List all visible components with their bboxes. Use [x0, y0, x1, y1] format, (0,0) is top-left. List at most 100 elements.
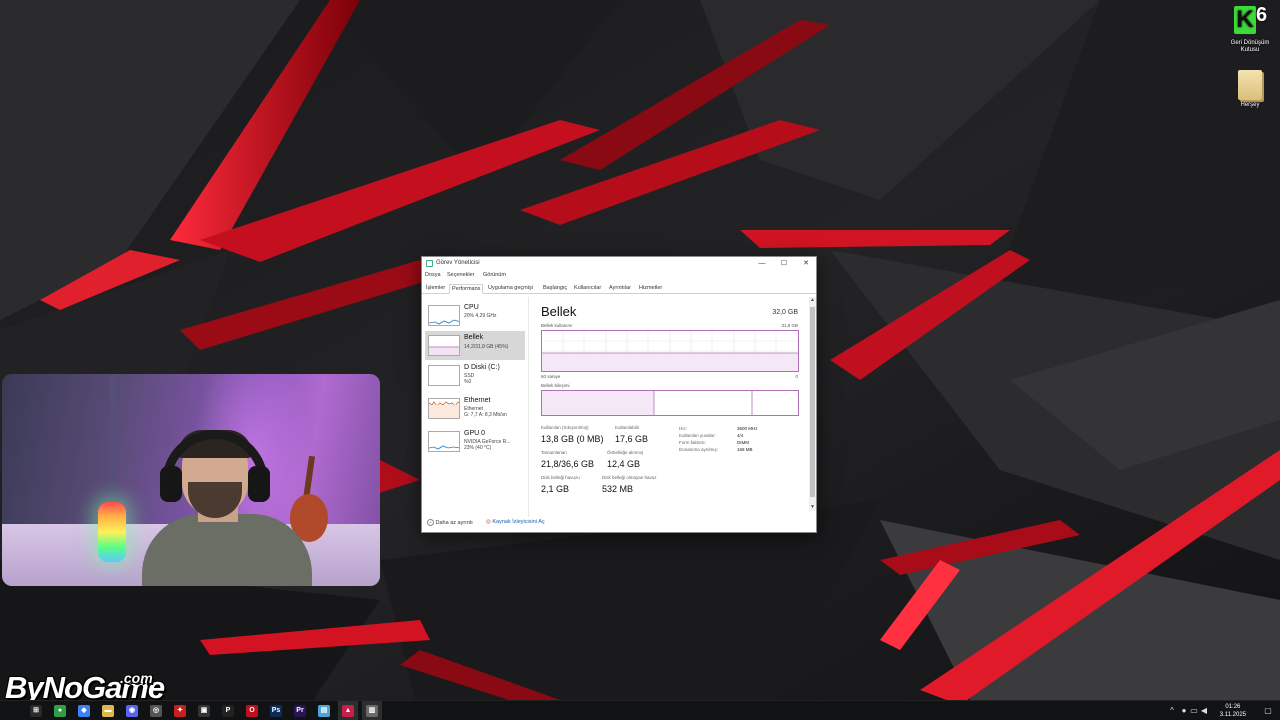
- spec-form-factor-value: DIMM: [737, 440, 749, 445]
- memory-detail-pane: Bellek 32,0 GB Bellek kullanımı 31,8 GB …: [528, 297, 804, 517]
- less-details-button[interactable]: ^ Daha az ayrıntı: [427, 519, 473, 526]
- system-tray: ^ ● ▭ ◀ ▢ 01:26 3.11.2025: [1166, 701, 1276, 720]
- store-icon[interactable]: ◆: [78, 705, 90, 717]
- discord-icon[interactable]: ◉: [126, 705, 138, 717]
- taskbar: ⊞ ● ◆ ▬ ◉ ◎ ✦ ▣ P O Ps Pr ▤ ▲ ▥ ^ ● ▭ ◀ ▢ 01:26 3.11.2…: [0, 700, 1280, 720]
- spec-form-factor-label: Form faktörü:: [679, 440, 706, 445]
- premiere-icon[interactable]: Pr: [294, 705, 306, 717]
- stat-committed-label: Tamamlanan: [541, 450, 567, 455]
- start-icon[interactable]: ⊞: [30, 705, 42, 717]
- cpu-thumbnail-graph: [428, 305, 460, 326]
- stat-paged-pool-value: 2,1 GB: [541, 484, 570, 494]
- stat-available-label: Kullanılabilir: [615, 425, 640, 430]
- memory-usage-graph: [541, 330, 799, 372]
- minimize-button[interactable]: —: [757, 259, 767, 268]
- graph-time-left: 60 saniye: [541, 374, 561, 379]
- usage-graph-label: Bellek kullanımı: [541, 323, 573, 328]
- sidebar-item-ethernet[interactable]: Ethernet Ethernet G: 7,7 A: 8,3 Mb/sn: [425, 394, 525, 423]
- sidebar-item-memory[interactable]: Bellek 14,2/31,8 GB (45%): [425, 331, 525, 360]
- open-resource-monitor-link[interactable]: ◎ Kaynak İzleyicisini Aç: [486, 519, 545, 525]
- folder-label: Herşey: [1240, 102, 1260, 108]
- scrollbar-thumb[interactable]: [810, 307, 815, 497]
- memory-usage-fill: [542, 353, 798, 371]
- sidebar-item-cpu[interactable]: CPU 20% 4,29 GHz: [425, 301, 525, 330]
- memory-total: 32,0 GB: [772, 309, 798, 316]
- spec-slots-value: 4/4: [737, 433, 744, 438]
- show-hidden-icons-icon[interactable]: ^: [1168, 707, 1176, 715]
- opera-gx-icon[interactable]: O: [246, 705, 258, 717]
- notepad-icon[interactable]: ▤: [318, 705, 330, 717]
- gpu-thumbnail-graph: [428, 431, 460, 452]
- window-footer: ^ Daha az ayrıntı ◎ Kaynak İzleyicisini …: [422, 515, 816, 532]
- sidebar-item-gpu[interactable]: GPU 0 NVIDIA GeForce R... 23% (40 °C): [425, 427, 525, 456]
- stat-committed-value: 21,8/36,6 GB: [541, 459, 595, 469]
- playstation-icon[interactable]: P: [222, 705, 234, 717]
- armoury-icon[interactable]: ▣: [198, 705, 210, 717]
- clock-date: 3.11.2025: [1219, 712, 1246, 718]
- recycle-bin-icon: K 6: [1234, 4, 1267, 38]
- scroll-up-icon[interactable]: ▲: [809, 297, 816, 304]
- folder-shortcut-hersey[interactable]: Herşey: [1225, 70, 1275, 109]
- stat-available-value: 17,6 GB: [615, 434, 649, 444]
- sidebar-item-detail: 20% 4,29 GHz: [464, 313, 497, 319]
- close-button[interactable]: ✕: [801, 259, 811, 268]
- tab-processes[interactable]: İşlemler: [424, 284, 447, 294]
- sidebar-item-title: Ethernet: [464, 397, 491, 404]
- scroll-down-icon[interactable]: ▼: [809, 504, 816, 511]
- notifications-icon[interactable]: ▢: [1264, 707, 1272, 715]
- spec-speed-label: Hız:: [679, 426, 688, 431]
- channel-logo-suffix: .com: [120, 670, 153, 686]
- tab-startup[interactable]: Başlangıç: [541, 284, 569, 294]
- tab-services[interactable]: Hizmetler: [637, 284, 664, 294]
- sidebar-item-detail-2: 23% (40 °C): [464, 445, 492, 451]
- red-app-icon[interactable]: ✦: [174, 705, 186, 717]
- menu-file[interactable]: Dosya: [425, 272, 441, 278]
- sidebar-item-detail: 14,2/31,8 GB (45%): [464, 344, 509, 350]
- usage-graph-max: 31,8 GB: [781, 323, 798, 328]
- spec-speed-value: 3600 MHz: [737, 426, 758, 431]
- stream-app-icon[interactable]: ▲: [342, 705, 354, 717]
- composition-label: Bellek bileşimi: [541, 383, 570, 388]
- vertical-scrollbar[interactable]: ▲ ▼: [809, 297, 816, 511]
- tab-app-history[interactable]: Uygulama geçmişi: [486, 284, 535, 294]
- spec-reserved-value: 168 MB: [737, 447, 753, 452]
- tab-details[interactable]: Ayrıntılar: [607, 284, 633, 294]
- webcam-overlay: [2, 374, 380, 586]
- folder-icon[interactable]: ▬: [102, 705, 114, 717]
- volume-icon[interactable]: ◀: [1200, 707, 1208, 715]
- sidebar-item-title: Bellek: [464, 334, 484, 341]
- sidebar-item-detail-2: G: 7,7 A: 8,3 Mb/sn: [464, 412, 507, 418]
- stat-nonpaged-pool-label: Disk belleği olmayan havuz: [602, 475, 657, 480]
- title-bar[interactable]: Görev Yöneticisi — ☐ ✕: [422, 257, 816, 270]
- menu-options[interactable]: Seçenekler: [447, 272, 475, 278]
- maximize-button[interactable]: ☐: [779, 259, 789, 268]
- clock[interactable]: 01:26 3.11.2025: [1220, 703, 1246, 719]
- chrome-icon[interactable]: ●: [54, 705, 66, 717]
- microphone-icon[interactable]: ●: [1180, 707, 1188, 715]
- disk-thumbnail-graph: [428, 365, 460, 386]
- recycle-bin-shortcut[interactable]: K 6 Geri Dönüşüm Kutusu: [1225, 4, 1275, 54]
- spec-reserved-label: Donanıma ayrılmış:: [679, 447, 719, 452]
- task-manager-app-icon: [426, 260, 433, 267]
- network-icon[interactable]: ▭: [1190, 707, 1198, 715]
- recycle-bin-label-line2: Kutusu: [1240, 47, 1260, 53]
- stat-used-label: Kullanılan (Sıkıştırılmış): [541, 425, 589, 430]
- sidebar-item-title: CPU: [464, 304, 479, 311]
- tab-users[interactable]: Kullanıcılar: [572, 284, 603, 294]
- sidebar-item-detail-2: %0: [464, 379, 472, 385]
- rgb-speaker: [98, 502, 126, 562]
- window-title: Görev Yöneticisi: [436, 260, 480, 266]
- steam-icon[interactable]: ◎: [150, 705, 162, 717]
- sidebar-item-disk[interactable]: D Diski (C:) SSD %0: [425, 361, 525, 390]
- stat-cached-label: Önbelleğe alınmış: [607, 450, 644, 455]
- clock-time: 01:26: [1225, 704, 1241, 710]
- photoshop-icon[interactable]: Ps: [270, 705, 282, 717]
- stat-cached-value: 12,4 GB: [607, 459, 641, 469]
- spec-slots-label: Kullanılan yuvalar:: [679, 433, 716, 438]
- tab-performance[interactable]: Performans: [449, 284, 484, 294]
- task-manager-icon[interactable]: ▥: [366, 705, 378, 717]
- menu-view[interactable]: Görünüm: [483, 272, 506, 278]
- performance-sidebar: CPU 20% 4,29 GHz Bellek 14,2/31,8 GB (45…: [425, 301, 528, 501]
- memory-composition-bar: [541, 390, 799, 416]
- sidebar-item-title: GPU 0: [464, 430, 486, 437]
